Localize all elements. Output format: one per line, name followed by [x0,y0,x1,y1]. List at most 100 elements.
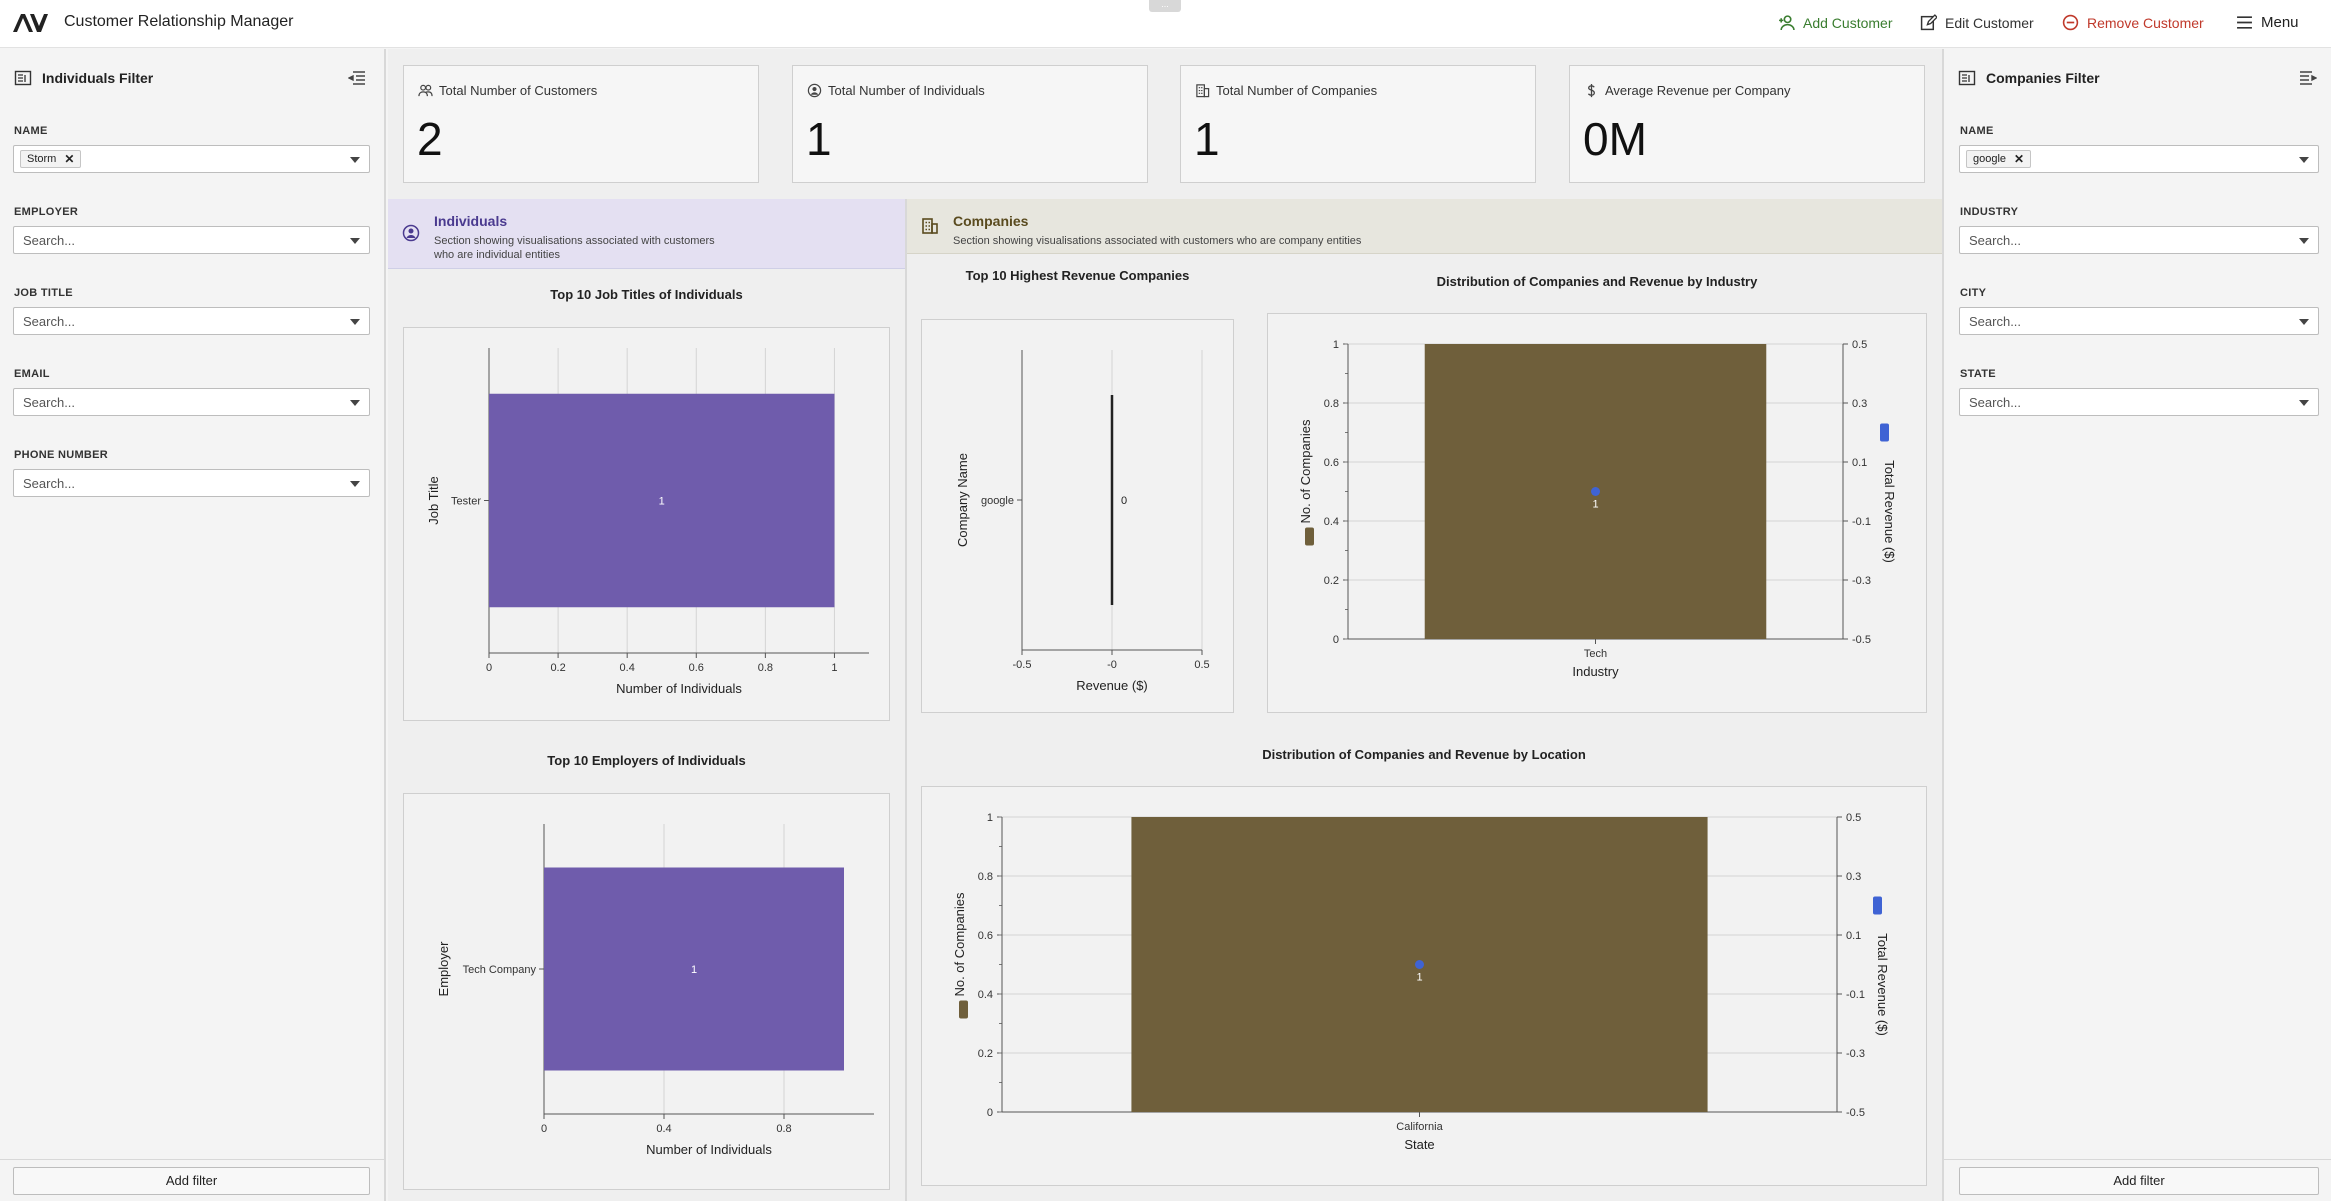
revenue-point [1415,960,1424,969]
companies-section-title: Companies [953,213,1029,229]
filter-label-state: STATE [1960,368,1996,380]
employer-filter-select[interactable]: Search... [13,226,370,254]
industry-chart: 0 0.2 0.4 0.6 0.8 1 -0.5 -0.3 -0.1 0.1 0.3 0.5 1 Tech… [1267,313,1927,713]
email-filter-select[interactable]: Search... [13,388,370,416]
filter-placeholder: Search... [23,233,76,248]
kpi-value: 1 [806,113,832,165]
edit-customer-label: Edit Customer [1945,14,2034,31]
job-titles-chart-title: Top 10 Job Titles of Individuals [550,287,743,302]
x-tick-label: 0.4 [620,662,635,674]
y-tick-label: 0.2 [1324,575,1339,587]
data-label: 1 [659,496,665,508]
job-title-filter-select[interactable]: Search... [13,307,370,335]
add-customer-label: Add Customer [1803,14,1893,31]
building-icon [922,218,938,234]
company-name-filter-select[interactable]: google ✕ [1959,145,2319,173]
location-chart-svg: 0 0.2 0.4 0.6 0.8 1 -0.5 -0.3 -0.1 0.1 0.3 0.5 1 Cali… [952,812,1890,1152]
filter-label-job-title: JOB TITLE [14,287,73,299]
x-axis-title: Number of Individuals [646,1142,772,1157]
x-tick-label: 0.5 [1194,659,1209,671]
filter-panel-icon [1958,70,1976,86]
collapse-left-icon[interactable] [348,70,366,86]
y-tick-label: 0.8 [1324,398,1339,410]
user-circle-icon [807,83,822,98]
city-filter-select[interactable]: Search... [1959,307,2319,335]
chevron-down-icon [350,481,360,487]
y2-tick-label: 0.1 [1846,930,1861,942]
building-icon [1196,84,1210,98]
individuals-filter-panel: Individuals Filter NAME Storm ✕ EMPLOYER … [0,49,386,1201]
filter-placeholder: Search... [1969,233,2022,248]
y2-tick-label: -0.1 [1852,516,1871,528]
employers-chart: 0 0.4 0.8 Tech Company 1 Number of Individual… [403,793,890,1190]
add-filter-button[interactable]: Add filter [13,1167,370,1195]
chip-label: Storm [27,153,57,165]
y2-tick-label: -0.5 [1852,634,1871,646]
filter-chip: Storm ✕ [20,150,82,168]
chip-remove-icon[interactable]: ✕ [64,151,74,167]
industry-filter-select[interactable]: Search... [1959,226,2319,254]
y-tick-label: 0 [1333,634,1339,646]
y-tick-label: 0.2 [978,1048,993,1060]
filter-chip: google ✕ [1966,150,2032,168]
chevron-down-icon [350,157,360,163]
menu-label: Menu [2261,14,2299,31]
add-filter-button[interactable]: Add filter [1959,1167,2319,1195]
x-axis-title: State [1404,1137,1434,1152]
y-tick-label: 0.4 [1324,516,1339,528]
remove-customer-label: Remove Customer [2087,14,2204,31]
kpi-label-row: Total Number of Individuals [807,83,985,98]
bar [1110,395,1114,605]
state-filter-select[interactable]: Search... [1959,388,2319,416]
x-tick-label: 1 [831,662,837,674]
location-chart-title: Distribution of Companies and Revenue by… [1262,747,1586,762]
chevron-down-icon [2299,319,2309,325]
industry-chart-svg: 0 0.2 0.4 0.6 0.8 1 -0.5 -0.3 -0.1 0.1 0.3 0.5 1 Tech… [1298,339,1897,679]
y-tick-label: 0.6 [1324,457,1339,469]
menu-button[interactable]: Menu [2236,14,2299,31]
x-axis-title: Revenue ($) [1076,678,1148,693]
kpi-total-individuals: Total Number of Individuals 1 [792,65,1148,183]
x-tick-label: California [1396,1121,1443,1133]
collapse-right-icon[interactable] [2299,70,2317,86]
y-tick-label: 0.4 [978,989,993,1001]
kpi-value: 0M [1583,113,1647,165]
y2-tick-label: -0.1 [1846,989,1865,1001]
app-logo [13,14,48,32]
edit-customer-button[interactable]: Edit Customer [1920,14,2034,31]
kpi-label-row: Total Number of Customers [418,83,597,98]
chevron-down-icon [350,400,360,406]
phone-filter-select[interactable]: Search... [13,469,370,497]
filter-placeholder: Search... [23,476,76,491]
name-filter-select[interactable]: Storm ✕ [13,145,370,173]
job-titles-chart-svg: 0 0.2 0.4 0.6 0.8 1 Tester 1 Number of Individua… [426,348,869,696]
chip-remove-icon[interactable]: ✕ [2014,151,2024,167]
drag-handle[interactable]: ... [1149,0,1181,12]
x-tick-label: 0.8 [776,1123,791,1135]
y-tick-label: Tech Company [463,964,537,976]
data-label: 1 [1416,972,1422,984]
filter-placeholder: Search... [23,314,76,329]
y2-tick-label: 0.5 [1852,339,1867,351]
add-user-icon [1779,15,1795,31]
chevron-down-icon [350,238,360,244]
right-panel-footer: Add filter [1944,1159,2331,1201]
left-panel-footer: Add filter [0,1159,384,1201]
app-title: Customer Relationship Manager [64,13,294,30]
x-tick-label: 0.2 [550,662,565,674]
x-tick-label: 0.8 [758,662,773,674]
remove-icon [2062,14,2079,31]
remove-customer-button[interactable]: Remove Customer [2062,14,2204,31]
y-axis-title: Employer [436,941,451,997]
filter-label-email: EMAIL [14,368,50,380]
legend-swatch-companies [959,1000,968,1019]
legend-swatch-companies [1305,527,1314,546]
add-customer-button[interactable]: Add Customer [1778,14,1892,31]
y2-tick-label: 0.1 [1852,457,1867,469]
location-chart: 0 0.2 0.4 0.6 0.8 1 -0.5 -0.3 -0.1 0.1 0.3 0.5 1 Cali… [921,786,1927,1186]
revenue-companies-chart: -0.5 -0 0.5 google 0 Revenue ($) Company Name [921,319,1234,713]
x-axis-title: Number of Individuals [616,681,742,696]
y2-axis-title: Total Revenue ($) [1882,460,1897,563]
x-tick-label: 0 [541,1123,547,1135]
kpi-total-customers: Total Number of Customers 2 [403,65,759,183]
